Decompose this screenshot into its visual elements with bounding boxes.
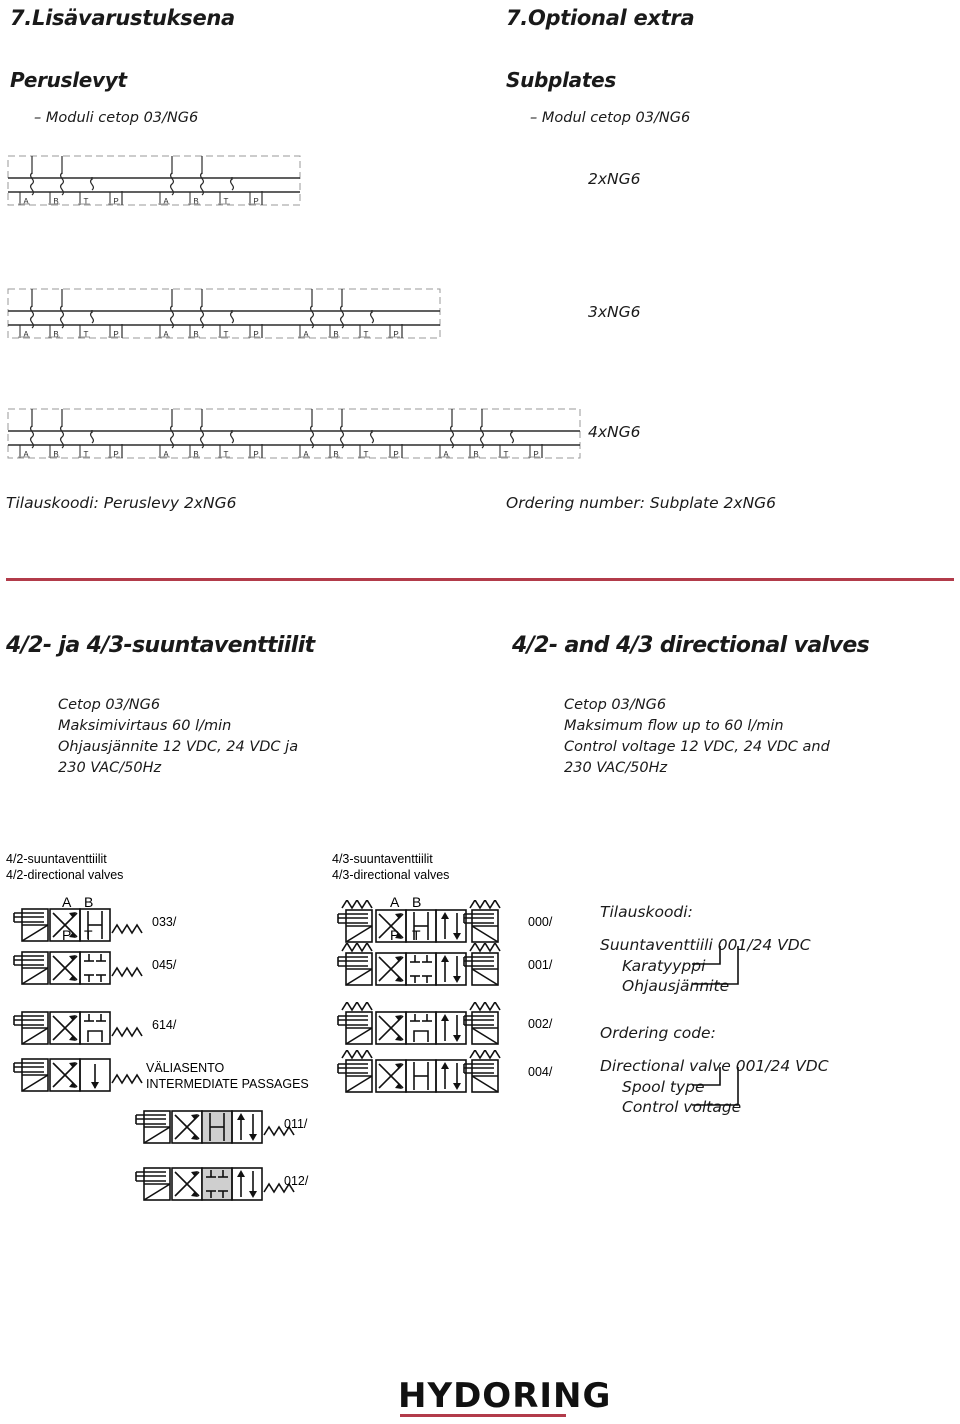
intermediate-label-en: INTERMEDIATE PASSAGES [146,1077,309,1091]
subplate-label-4x: 4xNG6 [588,423,641,441]
svg-text:T: T [224,197,229,206]
brand-logo-rule [400,1414,566,1417]
svg-text:A: A [303,450,309,459]
spec-fi-0: Cetop 03/NG6 [58,697,161,713]
ordering-code-leader-fi [690,944,750,992]
valve-symbol-045 [8,946,168,992]
valve-code-001: 001/ [528,958,553,972]
svg-text:P: P [533,450,538,459]
subplate-label-2x: 2xNG6 [588,170,641,188]
section-heading-fi: 7.Lisävarustuksena [10,6,235,30]
group-subtitle-fi: – Moduli cetop 03/NG6 [34,110,199,126]
ordering-plate-en: Ordering number: Subplate 2xNG6 [506,494,777,512]
subplate-drawing-3x: ABTPABTPABTP [6,285,442,343]
spec-fi-3: 230 VAC/50Hz [58,760,162,776]
valves-title-en: 4/2- and 4/3 directional valves [512,633,870,658]
valves-title-fi: 4/2- ja 4/3-suuntaventtiilit [6,633,315,658]
spec-en-1: Maksimum flow up to 60 l/min [564,718,784,734]
svg-text:A: A [23,330,29,339]
valve-code-012: 012/ [284,1174,309,1188]
svg-text:T: T [84,330,89,339]
svg-text:T: T [504,450,509,459]
svg-text:T: T [224,450,229,459]
spec-en-0: Cetop 03/NG6 [564,697,667,713]
group-heading-fi: Peruslevyt [10,68,127,92]
valve-symbol-mid [8,1053,168,1099]
svg-text:T: T [224,330,229,339]
svg-text:B: B [53,330,58,339]
valve-code-000: 000/ [528,915,553,929]
spec-fi-1: Maksimivirtaus 60 l/min [58,718,232,734]
svg-text:P: P [113,450,118,459]
svg-text:T: T [364,450,369,459]
svg-text:B: B [53,197,58,206]
svg-text:B: B [193,450,198,459]
valve-symbol-033 [8,903,168,949]
brand-logo: HYDORING [398,1376,612,1416]
svg-text:P: P [253,450,258,459]
svg-text:A: A [163,330,169,339]
svg-text:T: T [84,450,89,459]
subplate-label-3x: 3xNG6 [588,303,641,321]
svg-text:P: P [253,330,258,339]
ordering-plate-fi: Tilauskoodi: Peruslevy 2xNG6 [6,494,237,512]
col42-heading-en: 4/2-directional valves [6,868,124,882]
ordering-code-title-fi: Tilauskoodi: [600,903,693,921]
svg-text:B: B [193,330,198,339]
valve-symbol-011 [130,1105,305,1153]
svg-text:T: T [364,330,369,339]
valve-symbol-001 [332,943,532,995]
svg-text:P: P [393,450,398,459]
subplate-drawing-2x: ABTPABTP [6,152,302,210]
section-divider [6,578,954,581]
group-heading-en: Subplates [506,68,616,92]
document-page: 7.Lisävarustuksena 7.Optional extra Peru… [0,0,960,1424]
svg-text:A: A [443,450,449,459]
svg-text:A: A [23,450,29,459]
svg-text:T: T [84,197,89,206]
svg-text:A: A [303,330,309,339]
valve-symbol-012 [130,1162,305,1210]
col43-heading-en: 4/3-directional valves [332,868,450,882]
svg-text:P: P [113,197,118,206]
svg-text:B: B [53,450,58,459]
svg-text:B: B [333,450,338,459]
spec-fi-2: Ohjausjännite 12 VDC, 24 VDC ja [58,739,299,755]
spec-en-2: Control voltage 12 VDC, 24 VDC and [564,739,830,755]
valve-symbol-004 [332,1050,532,1102]
subplate-drawing-4x: ABTPABTPABTPABTP [6,405,582,463]
svg-text:A: A [163,450,169,459]
col43-heading-fi: 4/3-suuntaventtiilit [332,852,433,866]
spec-en-3: 230 VAC/50Hz [564,760,668,776]
svg-text:B: B [473,450,478,459]
col42-heading-fi: 4/2-suuntaventtiilit [6,852,107,866]
valve-code-002: 002/ [528,1017,553,1031]
valve-code-033: 033/ [152,915,177,929]
valve-code-004: 004/ [528,1065,553,1079]
ordering-code-leader-en [690,1065,750,1113]
valve-code-614: 614/ [152,1018,177,1032]
svg-text:B: B [333,330,338,339]
svg-text:P: P [253,197,258,206]
group-subtitle-en: – Modul cetop 03/NG6 [530,110,691,126]
svg-text:A: A [23,197,29,206]
svg-text:P: P [113,330,118,339]
section-heading-en: 7.Optional extra [506,6,695,30]
intermediate-label-fi: VÄLIASENTO [146,1061,225,1075]
svg-text:B: B [193,197,198,206]
svg-text:A: A [163,197,169,206]
valve-code-011: 011/ [284,1117,308,1131]
valve-symbol-614 [8,1006,168,1052]
svg-text:P: P [393,330,398,339]
valve-symbol-002 [332,1002,532,1054]
ordering-code-title-en: Ordering code: [600,1024,716,1042]
valve-code-045: 045/ [152,958,177,972]
